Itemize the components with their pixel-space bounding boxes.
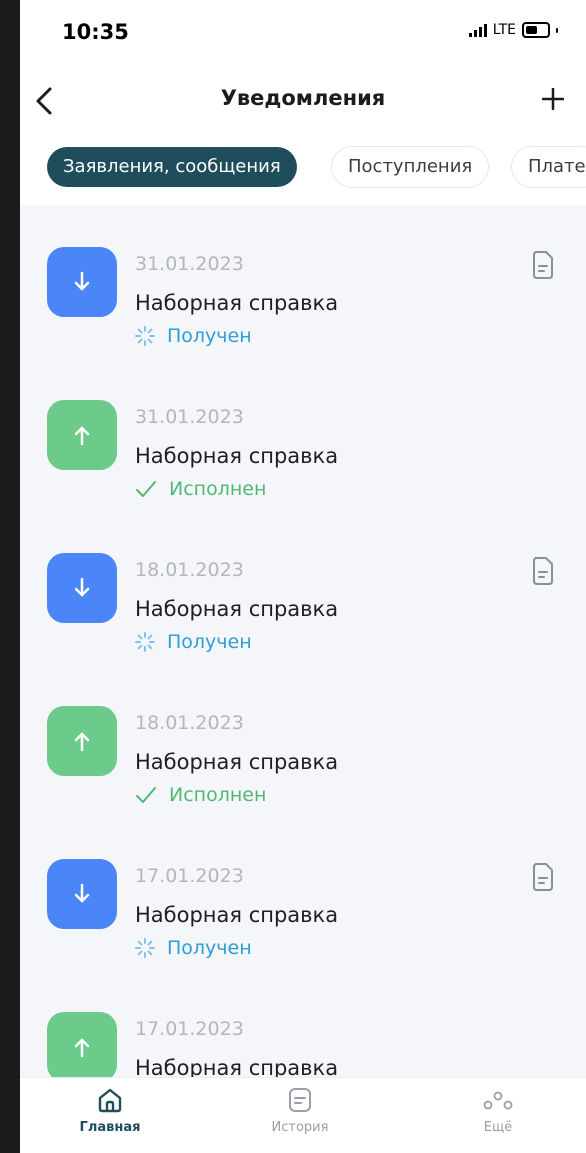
plus-icon[interactable] — [542, 88, 564, 110]
tab-statements[interactable]: Заявления, сообщения — [47, 147, 297, 187]
notification-date: 18.01.2023 — [135, 712, 244, 734]
notification-title: Наборная справка — [135, 291, 339, 315]
home-icon — [98, 1088, 122, 1113]
status-label: Получен — [167, 631, 252, 653]
header: Уведомления — [20, 70, 586, 130]
nav-history[interactable]: История — [240, 1086, 360, 1135]
spinner-icon — [135, 938, 155, 958]
nav-history-label: История — [271, 1120, 329, 1135]
arrow-down-icon — [47, 247, 117, 317]
checkmark-icon — [136, 787, 156, 803]
history-icon — [289, 1088, 311, 1112]
tab-receipts[interactable]: Поступления — [332, 147, 489, 187]
notification-title: Наборная справка — [135, 903, 339, 927]
status-received: Получен — [135, 631, 252, 653]
notification-item[interactable]: 18.01.2023 Наборная справка Исполнен — [20, 664, 586, 814]
status-bar: 10:35 LTE — [20, 0, 586, 70]
status-label: Исполнен — [169, 478, 267, 500]
notification-item[interactable]: 17.01.2023 Наборная справка Получен — [20, 817, 586, 967]
arrow-up-icon — [47, 1012, 117, 1082]
battery-tip — [556, 27, 558, 33]
notification-date: 18.01.2023 — [135, 559, 244, 581]
notification-title: Наборная справка — [135, 750, 339, 774]
status-indicators: LTE — [468, 22, 558, 38]
notification-date: 31.01.2023 — [135, 406, 244, 428]
filter-tabs: Заявления, сообщения Поступления Плате — [20, 130, 586, 205]
status-label: Исполнен — [169, 784, 267, 806]
phone-screen: 10:35 LTE Уведомления Заявления, сообщен… — [20, 0, 586, 1153]
arrow-up-icon — [47, 400, 117, 470]
nav-more-label: Ещё — [483, 1120, 513, 1135]
tab-payments[interactable]: Плате — [512, 147, 586, 187]
status-done: Исполнен — [135, 784, 266, 806]
spinner-icon — [135, 326, 155, 346]
status-received: Получен — [135, 325, 252, 347]
notification-item[interactable]: 18.01.2023 Наборная справка Получен — [20, 511, 586, 661]
more-icon — [483, 1091, 513, 1110]
notification-title: Наборная справка — [135, 444, 339, 468]
status-label: Получен — [167, 325, 252, 347]
nav-home-label: Главная — [79, 1120, 141, 1135]
battery-icon — [522, 22, 550, 38]
checkmark-icon — [136, 481, 156, 497]
status-done: Исполнен — [135, 478, 266, 500]
arrow-down-icon — [47, 553, 117, 623]
notification-item[interactable]: 31.01.2023 Наборная справка Исполнен — [20, 358, 586, 508]
network-label: LTE — [492, 22, 516, 38]
signal-icon — [468, 23, 487, 37]
nav-more[interactable]: Ещё — [438, 1086, 558, 1135]
status-label: Получен — [167, 937, 252, 959]
status-received: Получен — [135, 937, 252, 959]
notification-title: Наборная справка — [135, 597, 339, 621]
page-title: Уведомления — [220, 86, 386, 110]
nav-home[interactable]: Главная — [50, 1086, 170, 1135]
arrow-down-icon — [47, 859, 117, 929]
arrow-up-icon — [47, 706, 117, 776]
notification-date: 17.01.2023 — [135, 1018, 244, 1040]
document-icon[interactable] — [532, 557, 554, 585]
notification-date: 31.01.2023 — [135, 253, 244, 275]
status-time: 10:35 — [62, 20, 129, 44]
document-icon[interactable] — [532, 251, 554, 279]
spinner-icon — [135, 632, 155, 652]
notification-item[interactable]: 31.01.2023 Наборная справка Получен — [20, 205, 586, 355]
notification-date: 17.01.2023 — [135, 865, 244, 887]
bottom-nav: Главная История Ещё — [20, 1077, 586, 1153]
document-icon[interactable] — [532, 863, 554, 891]
